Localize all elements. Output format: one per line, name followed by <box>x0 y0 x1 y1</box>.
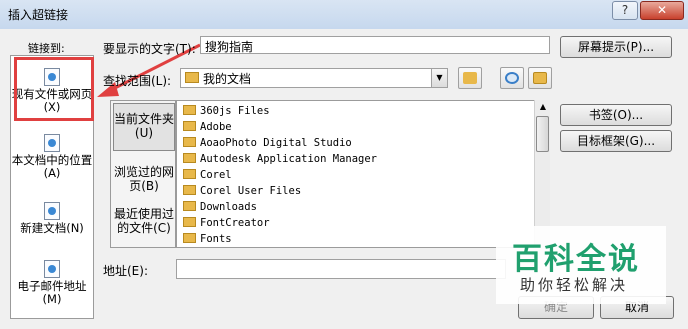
nav-recent-files[interactable]: 最近使用过的文件(C) <box>113 205 175 235</box>
link-place-label: 本文档中的位置(A) <box>11 153 93 180</box>
watermark-title: 百科全说 <box>512 242 640 277</box>
list-item[interactable]: AoaoPhoto Digital Studio <box>183 135 352 151</box>
highlight-box <box>14 57 94 121</box>
scroll-thumb[interactable] <box>536 116 549 152</box>
look-in-value: 我的文档 <box>203 72 252 86</box>
document-position-icon <box>44 134 60 152</box>
folder-icon <box>183 169 196 179</box>
list-item[interactable]: Downloads <box>183 199 257 215</box>
up-folder-button[interactable] <box>458 67 482 89</box>
chevron-down-icon[interactable]: ▼ <box>431 69 447 87</box>
folder-icon <box>183 233 196 243</box>
new-document-icon <box>44 202 60 220</box>
look-in-select[interactable]: 我的文档 ▼ <box>180 68 448 88</box>
list-item[interactable]: Adobe <box>183 119 232 135</box>
folder-icon <box>183 201 196 211</box>
bookmark-button[interactable]: 书签(O)... <box>560 104 672 126</box>
close-button[interactable]: ✕ <box>640 1 684 20</box>
nav-current-folder[interactable]: 当前文件夹(U) <box>113 103 175 151</box>
link-to-label: 链接到: <box>28 42 65 55</box>
link-new-label: 新建文档(N) <box>20 221 84 235</box>
list-item[interactable]: Corel User Files <box>183 183 301 199</box>
scroll-up-icon[interactable]: ▲ <box>535 100 551 114</box>
link-email-label: 电子邮件地址(M) <box>17 279 87 306</box>
folder-icon <box>183 121 196 131</box>
link-new-document[interactable]: 新建文档(N) <box>11 202 93 235</box>
file-list[interactable]: 360js Files Adobe AoaoPhoto Digital Stud… <box>176 100 550 248</box>
list-item-label: 360js Files <box>200 105 270 117</box>
nav-browsed-pages[interactable]: 浏览过的网页(B) <box>113 161 175 193</box>
display-text-label: 要显示的文字(T): <box>103 42 196 56</box>
list-item-label: Adobe <box>200 121 232 133</box>
folder-icon <box>183 105 196 115</box>
list-item-label: AoaoPhoto Digital Studio <box>200 137 352 149</box>
folder-icon <box>183 217 196 227</box>
list-item[interactable]: Autodesk Application Manager <box>183 151 377 167</box>
screentip-button[interactable]: 屏幕提示(P)... <box>560 36 672 58</box>
folder-icon <box>183 185 196 195</box>
open-folder-icon <box>533 72 547 84</box>
display-text-input[interactable]: 搜狗指南 <box>200 36 550 54</box>
list-item-label: Corel User Files <box>200 185 302 197</box>
browse-file-button[interactable] <box>528 67 552 89</box>
address-label: 地址(E): <box>103 264 148 278</box>
list-item-label: FontCreator <box>200 217 270 229</box>
watermark-subtitle: 助你轻松解决 <box>520 276 629 294</box>
target-frame-button[interactable]: 目标框架(G)... <box>560 130 672 152</box>
browse-web-button[interactable] <box>500 67 524 89</box>
window-title: 插入超链接 <box>8 8 69 22</box>
look-in-label: 查找范围(L): <box>103 74 172 88</box>
list-item-label: Corel <box>200 169 232 181</box>
help-button[interactable]: ? <box>612 1 638 20</box>
list-item-label: Downloads <box>200 201 257 213</box>
list-item[interactable]: 360js Files <box>183 103 270 119</box>
up-folder-icon <box>463 72 477 84</box>
address-input[interactable] <box>176 259 506 279</box>
list-item-label: Autodesk Application Manager <box>200 153 378 165</box>
link-place-in-document[interactable]: 本文档中的位置(A) <box>11 134 93 180</box>
list-item-label: Fonts <box>200 233 232 245</box>
list-item[interactable]: FontCreator <box>183 215 270 231</box>
browse-web-icon <box>505 72 519 84</box>
folder-icon <box>183 137 196 147</box>
folder-icon <box>185 72 199 83</box>
email-icon <box>44 260 60 278</box>
link-email-address[interactable]: 电子邮件地址(M) <box>11 260 93 306</box>
nav-panel: 当前文件夹(U) 浏览过的网页(B) 最近使用过的文件(C) <box>110 100 176 248</box>
title-bar: 插入超链接 ? ✕ <box>0 0 688 29</box>
folder-icon <box>183 153 196 163</box>
list-item[interactable]: Fonts <box>183 231 232 247</box>
list-item[interactable]: Corel <box>183 167 232 183</box>
